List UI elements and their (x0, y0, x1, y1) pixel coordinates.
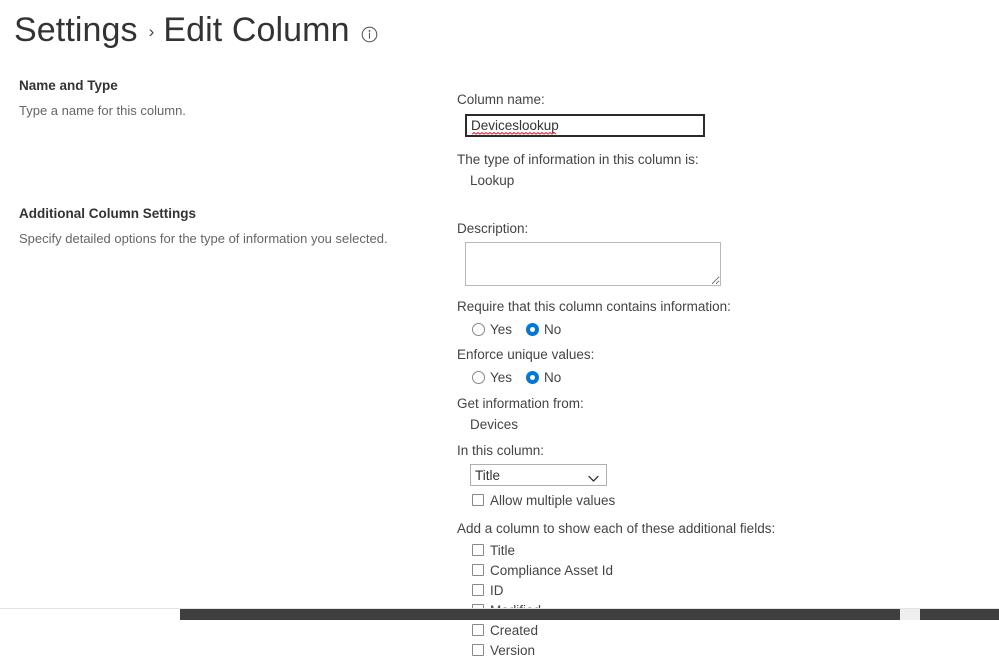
type-of-information-label: The type of information in this column i… (457, 152, 699, 167)
scrollbar-thumb[interactable] (180, 609, 999, 620)
allow-multiple-values-checkbox[interactable]: Allow multiple values (472, 490, 775, 510)
get-information-from-value: Devices (470, 417, 519, 432)
get-information-from-label: Get information from: (457, 396, 584, 411)
description-textarea[interactable] (465, 242, 721, 286)
enforce-unique-radio-yes[interactable]: Yes (472, 370, 512, 385)
horizontal-scrollbar[interactable] (0, 608, 999, 620)
additional-field-checkbox-title[interactable]: Title (472, 540, 775, 560)
column-name-input-wrap (465, 114, 705, 137)
radio-checked-icon (526, 322, 540, 336)
additional-fields-list: Title Compliance Asset Id ID Modified Cr… (457, 540, 775, 660)
checkbox-unchecked-icon (472, 584, 484, 596)
require-information-no-label: No (544, 321, 562, 337)
require-information-radio-yes[interactable]: Yes (472, 322, 512, 337)
section-additional-settings-description: Specify detailed options for the type of… (19, 231, 388, 246)
column-name-label: Column name: (457, 92, 545, 107)
additional-field-label: ID (490, 582, 504, 598)
additional-field-label: Title (490, 542, 516, 558)
additional-settings-fields: Description: Require that this column co… (457, 219, 775, 660)
in-this-column-select-wrap: Title (470, 464, 607, 486)
enforce-unique-radio-group: Yes No (472, 367, 775, 387)
checkbox-unchecked-icon (472, 624, 484, 636)
radio-unchecked-icon (472, 370, 485, 384)
require-information-radio-no[interactable]: No (526, 322, 561, 337)
enforce-unique-radio-no[interactable]: No (526, 370, 561, 385)
enforce-unique-no-label: No (544, 369, 562, 385)
in-this-column-label: In this column: (457, 443, 545, 458)
in-this-column-select[interactable]: Title (470, 464, 607, 486)
checkbox-unchecked-icon (472, 544, 484, 556)
breadcrumb-edit-column: Edit Column (163, 11, 350, 49)
section-name-and-type: Name and Type Type a name for this colum… (19, 78, 439, 119)
require-information-radio-group: Yes No (472, 319, 775, 339)
checkbox-unchecked-icon (472, 564, 484, 576)
column-name-input[interactable] (465, 114, 705, 137)
additional-field-checkbox-created[interactable]: Created (472, 620, 775, 640)
enforce-unique-label: Enforce unique values: (457, 347, 595, 362)
enforce-unique-yes-label: Yes (490, 369, 513, 385)
page-title: Settings › Edit Column (14, 8, 378, 52)
description-textarea-wrap (465, 242, 775, 286)
require-information-label: Require that this column contains inform… (457, 299, 731, 314)
additional-field-checkbox-version[interactable]: Version (472, 640, 775, 660)
section-additional-settings: Additional Column Settings Specify detai… (19, 206, 439, 247)
description-label: Description: (457, 221, 529, 236)
additional-field-checkbox-compliance-asset-id[interactable]: Compliance Asset Id (472, 560, 775, 580)
section-name-and-type-title: Name and Type (19, 78, 118, 93)
breadcrumb-separator-icon: › (148, 22, 155, 41)
radio-checked-icon (526, 370, 540, 384)
allow-multiple-values-label: Allow multiple values (490, 492, 616, 508)
checkbox-unchecked-icon (472, 494, 484, 506)
section-name-and-type-description: Type a name for this column. (19, 103, 186, 118)
section-additional-settings-title: Additional Column Settings (19, 206, 196, 221)
scrollbar-gap (900, 609, 920, 620)
breadcrumb-settings[interactable]: Settings (14, 8, 138, 52)
additional-field-checkbox-id[interactable]: ID (472, 580, 775, 600)
require-information-yes-label: Yes (490, 321, 513, 337)
additional-field-label: Version (490, 642, 536, 658)
additional-field-label: Compliance Asset Id (490, 562, 614, 578)
additional-fields-label: Add a column to show each of these addit… (457, 521, 776, 536)
type-of-information-value: Lookup (470, 173, 515, 188)
info-circle-icon[interactable] (361, 26, 378, 43)
name-and-type-fields: Column name: The type of information in … (457, 90, 705, 190)
checkbox-unchecked-icon (472, 644, 484, 656)
radio-unchecked-icon (472, 322, 485, 336)
additional-field-label: Created (490, 622, 539, 638)
